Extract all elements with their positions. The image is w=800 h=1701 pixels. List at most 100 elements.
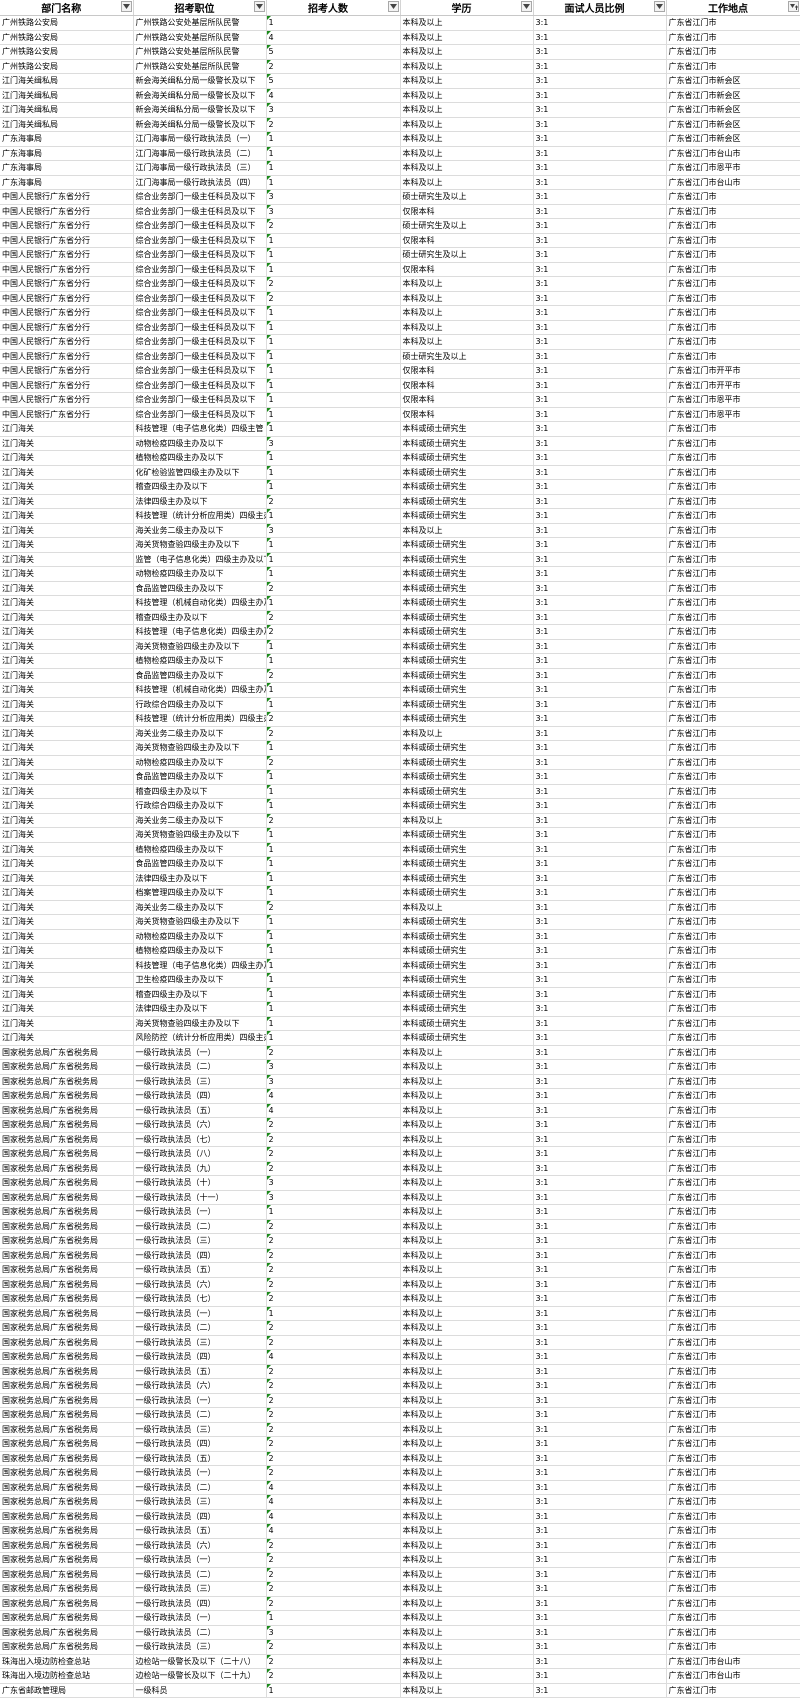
cell-department[interactable]: 中国人民银行广东省分行 bbox=[0, 247, 134, 263]
cell-department[interactable]: 中国人民银行广东省分行 bbox=[0, 334, 134, 350]
cell-department[interactable]: 江门海关 bbox=[0, 552, 134, 567]
cell-education[interactable]: 本科及以上 bbox=[400, 813, 534, 828]
cell-headcount[interactable]: 2 bbox=[266, 1567, 401, 1582]
cell-position[interactable]: 综合业务部门一级主任科员及以下 bbox=[133, 334, 267, 350]
cell-education[interactable]: 本科或硕士研究生 bbox=[400, 769, 534, 785]
cell-education[interactable]: 本科或硕士研究生 bbox=[400, 450, 534, 466]
cell-location[interactable]: 广东省江门市 bbox=[666, 1016, 800, 1031]
cell-department[interactable]: 江门海关 bbox=[0, 871, 134, 886]
cell-location[interactable]: 广东省江门市 bbox=[666, 1233, 800, 1249]
cell-location[interactable]: 广东省江门市 bbox=[666, 1204, 800, 1220]
cell-education[interactable]: 本科及以上 bbox=[400, 1552, 534, 1568]
cell-interview-ratio[interactable]: 3:1 bbox=[533, 885, 667, 901]
cell-department[interactable]: 国家税务总局广东省税务局 bbox=[0, 1625, 134, 1640]
cell-department[interactable]: 江门海关 bbox=[0, 900, 134, 915]
cell-education[interactable]: 本科及以上 bbox=[400, 900, 534, 915]
cell-position[interactable]: 综合业务部门一级主任科员及以下 bbox=[133, 392, 267, 408]
cell-position[interactable]: 综合业务部门一级主任科员及以下 bbox=[133, 378, 267, 393]
cell-interview-ratio[interactable]: 3:1 bbox=[533, 465, 667, 480]
cell-location[interactable]: 广东省江门市 bbox=[666, 1378, 800, 1394]
cell-interview-ratio[interactable]: 3:1 bbox=[533, 204, 667, 219]
cell-position[interactable]: 广州铁路公安处基层所队民警 bbox=[133, 15, 267, 31]
cell-headcount[interactable]: 1 bbox=[266, 363, 401, 379]
cell-headcount[interactable]: 1 bbox=[266, 1306, 401, 1321]
cell-headcount[interactable]: 5 bbox=[266, 44, 401, 60]
cell-position[interactable]: 一级行政执法员（二） bbox=[133, 1567, 267, 1582]
cell-headcount[interactable]: 4 bbox=[266, 1509, 401, 1524]
cell-interview-ratio[interactable]: 3:1 bbox=[533, 233, 667, 248]
cell-department[interactable]: 江门海关 bbox=[0, 972, 134, 988]
cell-department[interactable]: 广东海事局 bbox=[0, 160, 134, 176]
cell-location[interactable]: 广东省江门市 bbox=[666, 1277, 800, 1292]
cell-headcount[interactable]: 1 bbox=[266, 334, 401, 350]
cell-department[interactable]: 广东海事局 bbox=[0, 131, 134, 147]
cell-position[interactable]: 海关货物查验四级主办及以下 bbox=[133, 827, 267, 843]
cell-department[interactable]: 国家税务总局广东省税务局 bbox=[0, 1639, 134, 1655]
cell-interview-ratio[interactable]: 3:1 bbox=[533, 1552, 667, 1568]
cell-interview-ratio[interactable]: 3:1 bbox=[533, 436, 667, 451]
cell-headcount[interactable]: 2 bbox=[266, 755, 401, 770]
cell-interview-ratio[interactable]: 3:1 bbox=[533, 1074, 667, 1089]
cell-interview-ratio[interactable]: 3:1 bbox=[533, 972, 667, 988]
cell-education[interactable]: 本科及以上 bbox=[400, 1146, 534, 1162]
cell-headcount[interactable]: 1 bbox=[266, 769, 401, 785]
cell-interview-ratio[interactable]: 3:1 bbox=[533, 1233, 667, 1249]
cell-interview-ratio[interactable]: 3:1 bbox=[533, 1088, 667, 1104]
cell-position[interactable]: 江门海事局一级行政执法员（一） bbox=[133, 131, 267, 147]
cell-education[interactable]: 本科及以上 bbox=[400, 1567, 534, 1582]
cell-education[interactable]: 本科及以上 bbox=[400, 1045, 534, 1060]
cell-headcount[interactable]: 2 bbox=[266, 1654, 401, 1669]
cell-department[interactable]: 国家税务总局广东省税务局 bbox=[0, 1306, 134, 1321]
cell-department[interactable]: 国家税务总局广东省税务局 bbox=[0, 1291, 134, 1307]
cell-interview-ratio[interactable]: 3:1 bbox=[533, 1538, 667, 1553]
cell-headcount[interactable]: 1 bbox=[266, 1683, 401, 1698]
cell-education[interactable]: 本科及以上 bbox=[400, 276, 534, 292]
cell-department[interactable]: 国家税务总局广东省税务局 bbox=[0, 1581, 134, 1597]
cell-interview-ratio[interactable]: 3:1 bbox=[533, 117, 667, 132]
cell-education[interactable]: 本科或硕士研究生 bbox=[400, 639, 534, 654]
cell-position[interactable]: 一级行政执法员（七） bbox=[133, 1132, 267, 1147]
cell-department[interactable]: 江门海关 bbox=[0, 769, 134, 785]
cell-headcount[interactable]: 5 bbox=[266, 73, 401, 89]
cell-position[interactable]: 一级行政执法员（二） bbox=[133, 1480, 267, 1495]
cell-interview-ratio[interactable]: 3:1 bbox=[533, 305, 667, 321]
cell-location[interactable]: 广东省江门市 bbox=[666, 552, 800, 567]
cell-position[interactable]: 稽查四级主办及以下 bbox=[133, 987, 267, 1002]
cell-headcount[interactable]: 2 bbox=[266, 1436, 401, 1452]
cell-department[interactable]: 中国人民银行广东省分行 bbox=[0, 189, 134, 205]
cell-department[interactable]: 国家税务总局广东省税务局 bbox=[0, 1190, 134, 1205]
cell-interview-ratio[interactable]: 3:1 bbox=[533, 1335, 667, 1350]
cell-headcount[interactable]: 1 bbox=[266, 175, 401, 190]
cell-location[interactable]: 广东省江门市 bbox=[666, 189, 800, 205]
cell-interview-ratio[interactable]: 3:1 bbox=[533, 1494, 667, 1510]
cell-education[interactable]: 本科或硕士研究生 bbox=[400, 682, 534, 698]
cell-education[interactable]: 本科及以上 bbox=[400, 1233, 534, 1249]
cell-interview-ratio[interactable]: 3:1 bbox=[533, 59, 667, 74]
cell-interview-ratio[interactable]: 3:1 bbox=[533, 566, 667, 582]
cell-location[interactable]: 广东省江门市 bbox=[666, 44, 800, 60]
cell-education[interactable]: 本科或硕士研究生 bbox=[400, 885, 534, 901]
cell-interview-ratio[interactable]: 3:1 bbox=[533, 175, 667, 190]
cell-education[interactable]: 硕士研究生及以上 bbox=[400, 247, 534, 263]
cell-department[interactable]: 广州铁路公安局 bbox=[0, 30, 134, 45]
cell-location[interactable]: 广东省江门市 bbox=[666, 1103, 800, 1118]
cell-location[interactable]: 广东省江门市 bbox=[666, 639, 800, 654]
cell-headcount[interactable]: 4 bbox=[266, 30, 401, 45]
cell-location[interactable]: 广东省江门市 bbox=[666, 349, 800, 364]
cell-location[interactable]: 广东省江门市 bbox=[666, 1146, 800, 1162]
cell-interview-ratio[interactable]: 3:1 bbox=[533, 1161, 667, 1176]
cell-department[interactable]: 中国人民银行广东省分行 bbox=[0, 320, 134, 335]
cell-location[interactable]: 广东省江门市 bbox=[666, 1494, 800, 1510]
cell-interview-ratio[interactable]: 3:1 bbox=[533, 958, 667, 973]
cell-interview-ratio[interactable]: 3:1 bbox=[533, 856, 667, 872]
cell-headcount[interactable]: 4 bbox=[266, 1480, 401, 1495]
cell-headcount[interactable]: 1 bbox=[266, 827, 401, 843]
cell-position[interactable]: 海关业务二级主办及以下 bbox=[133, 813, 267, 828]
cell-department[interactable]: 江门海关 bbox=[0, 885, 134, 901]
cell-position[interactable]: 综合业务部门一级主任科员及以下 bbox=[133, 247, 267, 263]
cell-department[interactable]: 广州铁路公安局 bbox=[0, 59, 134, 74]
cell-headcount[interactable]: 2 bbox=[266, 726, 401, 741]
cell-department[interactable]: 珠海出入境边防检查总站 bbox=[0, 1654, 134, 1669]
cell-interview-ratio[interactable]: 3:1 bbox=[533, 1001, 667, 1017]
cell-location[interactable]: 广东省江门市 bbox=[666, 450, 800, 466]
